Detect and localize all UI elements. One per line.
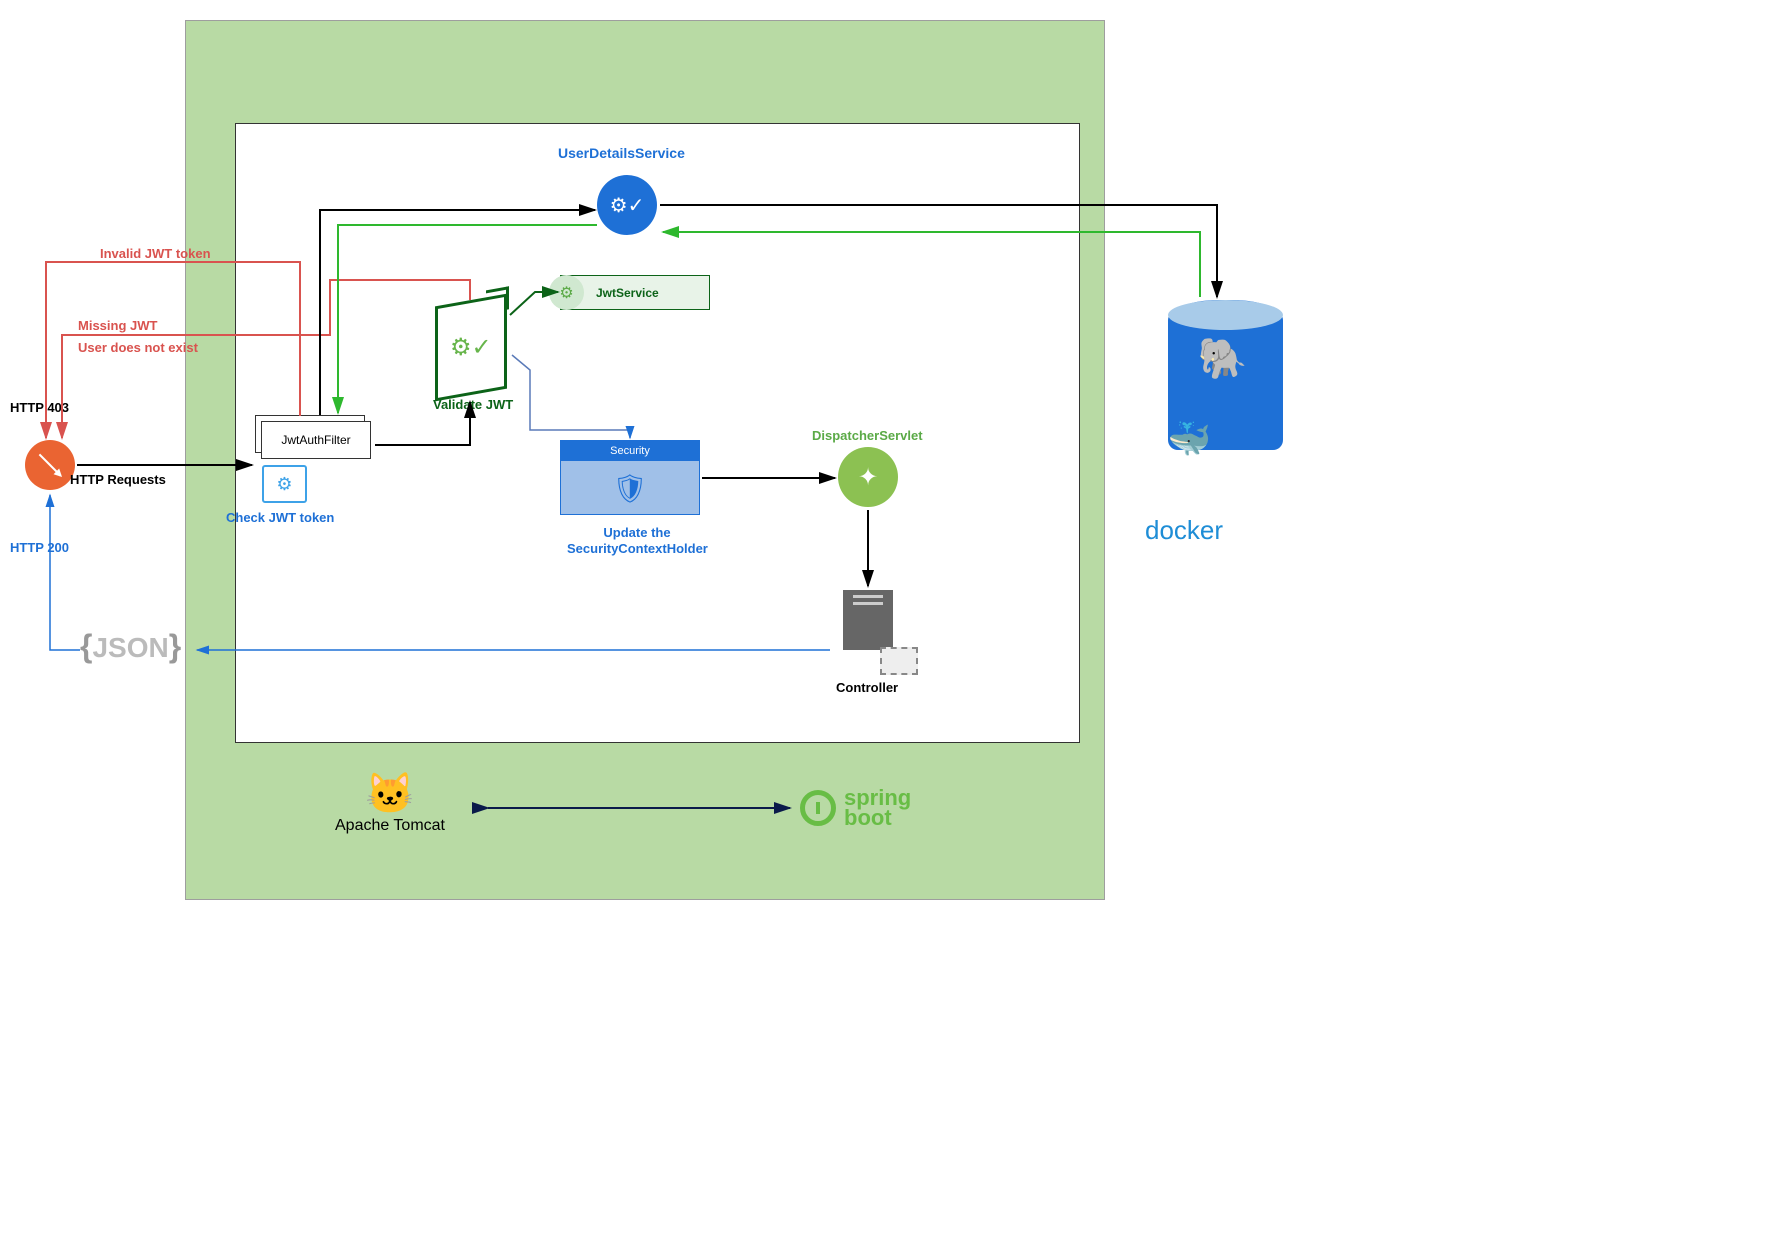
http-requests-label: HTTP Requests	[70, 472, 166, 487]
database-cylinder-icon: 🐘 🐳	[1168, 300, 1283, 450]
jwt-service-label: JwtService	[596, 286, 659, 300]
spring-power-icon	[800, 790, 836, 826]
docker-label: docker	[1145, 515, 1223, 546]
shield-icon: 🛡	[561, 461, 699, 516]
validate-jwt-label: Validate JWT	[433, 397, 513, 412]
jwt-service-node: ⚙ JwtService	[560, 275, 710, 310]
spring-text: spring boot	[844, 788, 911, 828]
people-card-icon	[880, 647, 918, 675]
postgres-icon: 🐘	[1198, 335, 1253, 390]
validate-jwt-node: ⚙✓	[435, 294, 507, 402]
apache-tomcat-region: 🐱 Apache Tomcat	[300, 770, 480, 850]
update-context-label: Update the SecurityContextHolder	[567, 525, 707, 556]
security-context-node: Security 🛡	[560, 440, 700, 515]
controller-label: Controller	[836, 680, 898, 695]
json-response-icon: {JSON}	[80, 628, 181, 665]
error-missing-jwt: Missing JWT	[78, 318, 157, 333]
http-200-label: HTTP 200	[10, 540, 69, 555]
dispatcher-servlet-label: DispatcherServlet	[812, 428, 923, 443]
controller-node	[833, 590, 903, 670]
user-details-service-icon: ⚙✓	[597, 175, 657, 235]
document-gear-icon: ⚙✓	[450, 333, 492, 362]
user-details-label: UserDetailsService	[558, 145, 685, 161]
server-icon	[843, 590, 893, 650]
tomcat-icon: 🐱	[365, 770, 415, 817]
tomcat-label: Apache Tomcat	[335, 817, 445, 835]
error-user-not-exist: User does not exist	[78, 340, 198, 355]
check-jwt-gear-icon: ⚙	[262, 465, 307, 503]
postman-icon	[25, 440, 75, 490]
error-invalid-token: Invalid JWT token	[100, 246, 211, 261]
jwt-service-gear-icon: ⚙	[549, 275, 584, 310]
security-header: Security	[561, 441, 699, 461]
jwt-auth-filter-node: JwtAuthFilter	[255, 415, 370, 460]
docker-whale-icon: 🐳	[1168, 419, 1288, 460]
spring-boot-region: spring boot	[800, 778, 960, 838]
http-403-label: HTTP 403	[10, 400, 69, 415]
check-jwt-label: Check JWT token	[226, 510, 334, 525]
jwt-auth-filter-label: JwtAuthFilter	[261, 421, 371, 459]
dispatcher-servlet-icon: ✦	[838, 447, 898, 507]
docker-postgres-region: 🐘 🐳	[1155, 300, 1295, 540]
